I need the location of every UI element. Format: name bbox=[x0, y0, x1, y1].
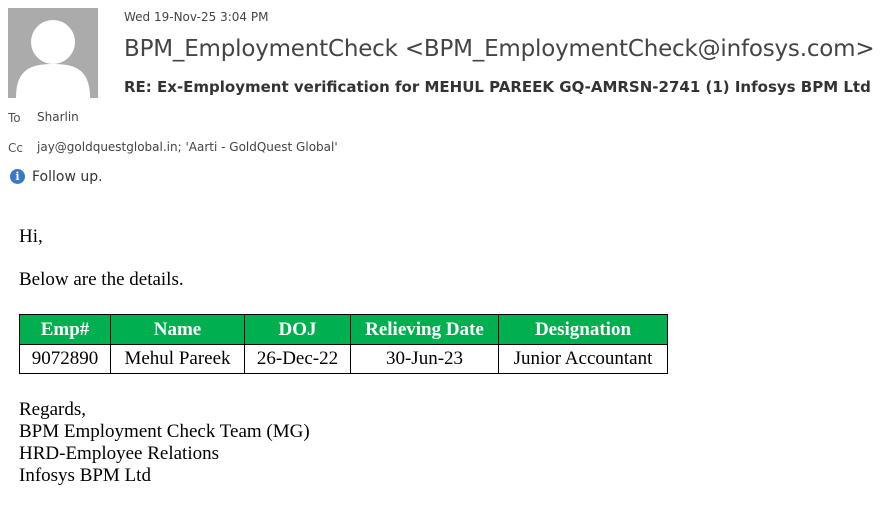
col-doj: DOJ bbox=[244, 314, 351, 345]
cc-label: Cc bbox=[8, 141, 23, 155]
signature-line: BPM Employment Check Team (MG) bbox=[19, 421, 310, 442]
table-row: 9072890 Mehul Pareek 26-Dec-22 30-Jun-23… bbox=[19, 344, 668, 374]
col-name: Name bbox=[110, 314, 245, 345]
table-header-row: Emp# Name DOJ Relieving Date Designation bbox=[19, 314, 668, 345]
cell-doj: 26-Dec-22 bbox=[244, 344, 351, 374]
signature: Regards, BPM Employment Check Team (MG) … bbox=[19, 399, 310, 487]
cell-name: Mehul Pareek bbox=[110, 344, 245, 374]
greeting: Hi, bbox=[19, 226, 43, 247]
intro: Below are the details. bbox=[19, 269, 184, 290]
signature-line: Infosys BPM Ltd bbox=[19, 465, 151, 486]
signature-line: Regards, bbox=[19, 399, 87, 420]
sender-avatar bbox=[8, 8, 98, 98]
cc-recipients[interactable]: jay@goldquestglobal.in; 'Aarti - GoldQue… bbox=[37, 140, 338, 154]
details-table: Emp# Name DOJ Relieving Date Designation… bbox=[19, 314, 668, 374]
cell-designation: Junior Accountant bbox=[498, 344, 668, 374]
cell-emp: 9072890 bbox=[19, 344, 111, 374]
sender[interactable]: BPM_EmploymentCheck <BPM_EmploymentCheck… bbox=[124, 36, 875, 62]
signature-line: HRD-Employee Relations bbox=[19, 443, 219, 464]
to-label: To bbox=[8, 111, 21, 125]
info-icon: i bbox=[10, 169, 25, 184]
follow-up-flag: Follow up. bbox=[32, 169, 103, 185]
sent-date: Wed 19-Nov-25 3:04 PM bbox=[124, 10, 269, 24]
cell-relieving: 30-Jun-23 bbox=[350, 344, 499, 374]
to-recipient[interactable]: Sharlin bbox=[37, 110, 79, 124]
col-relieving: Relieving Date bbox=[350, 314, 499, 345]
person-icon bbox=[16, 20, 90, 98]
subject: RE: Ex-Employment verification for MEHUL… bbox=[124, 78, 871, 96]
col-emp: Emp# bbox=[19, 314, 111, 345]
col-designation: Designation bbox=[498, 314, 668, 345]
